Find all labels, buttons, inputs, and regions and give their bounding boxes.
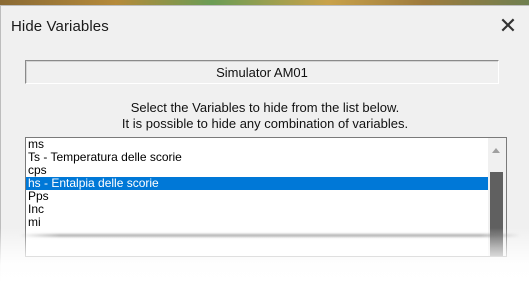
simulator-label: Simulator AM01 <box>216 64 308 80</box>
variables-list-items: ms Ts - Temperatura delle scorie cps hs - E… <box>26 138 488 242</box>
chevron-up-icon[interactable] <box>492 148 500 153</box>
variables-listbox[interactable]: ms Ts - Temperatura delle scorie cps hs - E… <box>25 137 507 257</box>
list-scrollbar[interactable] <box>488 138 506 256</box>
instruction-line-1: Select the Variables to hide from the li… <box>130 100 400 115</box>
list-item[interactable]: Ts - Temperatura delle scorie <box>26 151 488 164</box>
title-bar[interactable]: Hide Variables ✕ <box>1 6 529 48</box>
hide-variables-dialog: Hide Variables ✕ Simulator AM01 Select t… <box>0 5 529 284</box>
close-icon[interactable]: ✕ <box>491 10 525 42</box>
scrollbar-thumb[interactable] <box>490 172 503 256</box>
simulator-label-box: Simulator AM01 <box>25 60 499 84</box>
list-item[interactable] <box>26 229 488 242</box>
list-item[interactable]: mi <box>26 216 488 229</box>
instruction-line-2: It is possible to hide any combination o… <box>121 116 409 131</box>
dialog-title: Hide Variables <box>11 18 109 35</box>
list-item[interactable]: Pps <box>26 190 488 203</box>
list-item[interactable]: hs - Entalpia delle scorie <box>26 177 488 190</box>
list-item[interactable]: Inc <box>26 203 488 216</box>
